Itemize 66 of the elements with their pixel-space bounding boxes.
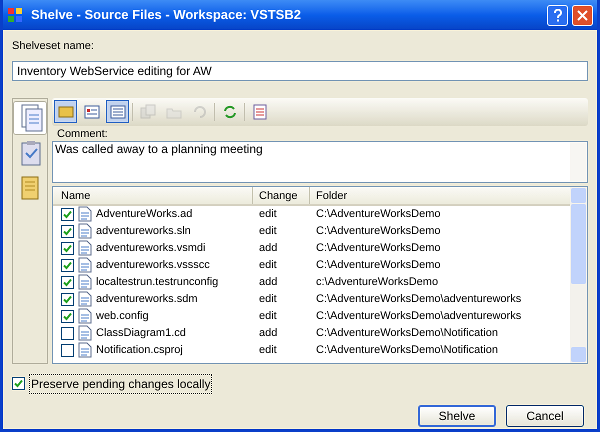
file-icon xyxy=(78,206,92,222)
column-header[interactable]: Change xyxy=(253,186,310,204)
scrollbar[interactable] xyxy=(570,186,587,362)
file-name: adventureworks.sdm xyxy=(96,292,198,307)
file-icon xyxy=(78,291,92,307)
comment-label: Comment: xyxy=(57,128,109,140)
checkbox[interactable] xyxy=(12,377,25,390)
field-label: Shelveset name: xyxy=(12,39,95,54)
change-cell-text: add xyxy=(258,274,278,290)
comment-field[interactable]: Was called away to a planning meeting xyxy=(52,140,588,182)
folder-cell-text: C:\AdventureWorksDemo xyxy=(315,206,442,222)
scrollbar xyxy=(570,142,587,182)
shelveset-name-field[interactable]: Inventory WebService editing for AW xyxy=(12,60,588,80)
change-cell-text: edit xyxy=(258,258,278,273)
app-icon xyxy=(7,7,23,23)
file-icon xyxy=(78,257,92,273)
change-cell-text: edit xyxy=(258,206,278,222)
folder-cell-text: C:\AdventureWorksDemo xyxy=(315,224,442,239)
checkbox[interactable] xyxy=(61,208,74,220)
file-name: ClassDiagram1.cd xyxy=(96,326,186,341)
close-button[interactable] xyxy=(572,4,593,26)
file-icon xyxy=(78,223,92,239)
column-header[interactable]: Folder xyxy=(310,186,570,204)
file-name: Notification.csproj xyxy=(96,342,183,358)
file-icon xyxy=(78,342,92,358)
checkbox[interactable] xyxy=(61,310,74,322)
change-cell-text: edit xyxy=(258,342,278,358)
file-name: adventureworks.vsmdi xyxy=(96,240,206,256)
folder-cell-text: C:\AdventureWorksDemo\adventureworks xyxy=(315,292,522,307)
help-icon xyxy=(552,8,562,22)
checkbox[interactable] xyxy=(61,242,74,254)
change-cell-text: edit xyxy=(258,308,278,324)
checkbox[interactable] xyxy=(61,224,74,238)
file-icon xyxy=(78,325,92,341)
dialog-button[interactable]: Shelve xyxy=(418,404,496,426)
window-title: Shelve - Source Files - Workspace: VSTSB2 xyxy=(31,6,302,24)
dialog-button[interactable]: Cancel xyxy=(506,404,584,426)
change-cell-text: add xyxy=(258,326,278,341)
folder-cell-text: C:\AdventureWorksDemo\adventureworks xyxy=(315,308,522,324)
checkbox[interactable] xyxy=(61,344,74,356)
help-button[interactable] xyxy=(547,4,568,26)
change-cell-text: edit xyxy=(258,292,278,307)
file-name: adventureworks.vssscc xyxy=(96,258,210,273)
file-icon xyxy=(78,274,92,290)
close-icon xyxy=(577,10,588,20)
folder-cell-text: c:\AdventureWorksDemo xyxy=(315,274,440,290)
checkbox[interactable] xyxy=(61,292,74,306)
checkbox[interactable] xyxy=(61,326,74,340)
folder-cell-text: C:\AdventureWorksDemo xyxy=(315,240,442,256)
file-name: web.config xyxy=(96,308,149,324)
checkbox[interactable] xyxy=(61,276,74,288)
folder-cell-text: C:\AdventureWorksDemo xyxy=(315,258,442,273)
file-icon xyxy=(78,308,92,324)
checkbox[interactable] xyxy=(61,258,74,272)
change-cell-text: edit xyxy=(258,224,278,239)
file-icon xyxy=(78,240,92,256)
folder-cell-text: C:\AdventureWorksDemo\Notification xyxy=(315,326,499,341)
side-tab[interactable] xyxy=(13,100,47,134)
file-name: AdventureWorks.ad xyxy=(96,206,192,222)
checkbox-label: Preserve pending changes locally xyxy=(29,374,212,394)
comment-text: Was called away to a planning meeting xyxy=(54,142,264,158)
file-name: adventureworks.sln xyxy=(96,224,191,239)
folder-cell-text: C:\AdventureWorksDemo\Notification xyxy=(315,342,499,358)
change-cell-text: add xyxy=(258,240,278,256)
column-header[interactable]: Name xyxy=(53,186,253,204)
file-name: localtestrun.testrunconfig xyxy=(96,274,218,290)
